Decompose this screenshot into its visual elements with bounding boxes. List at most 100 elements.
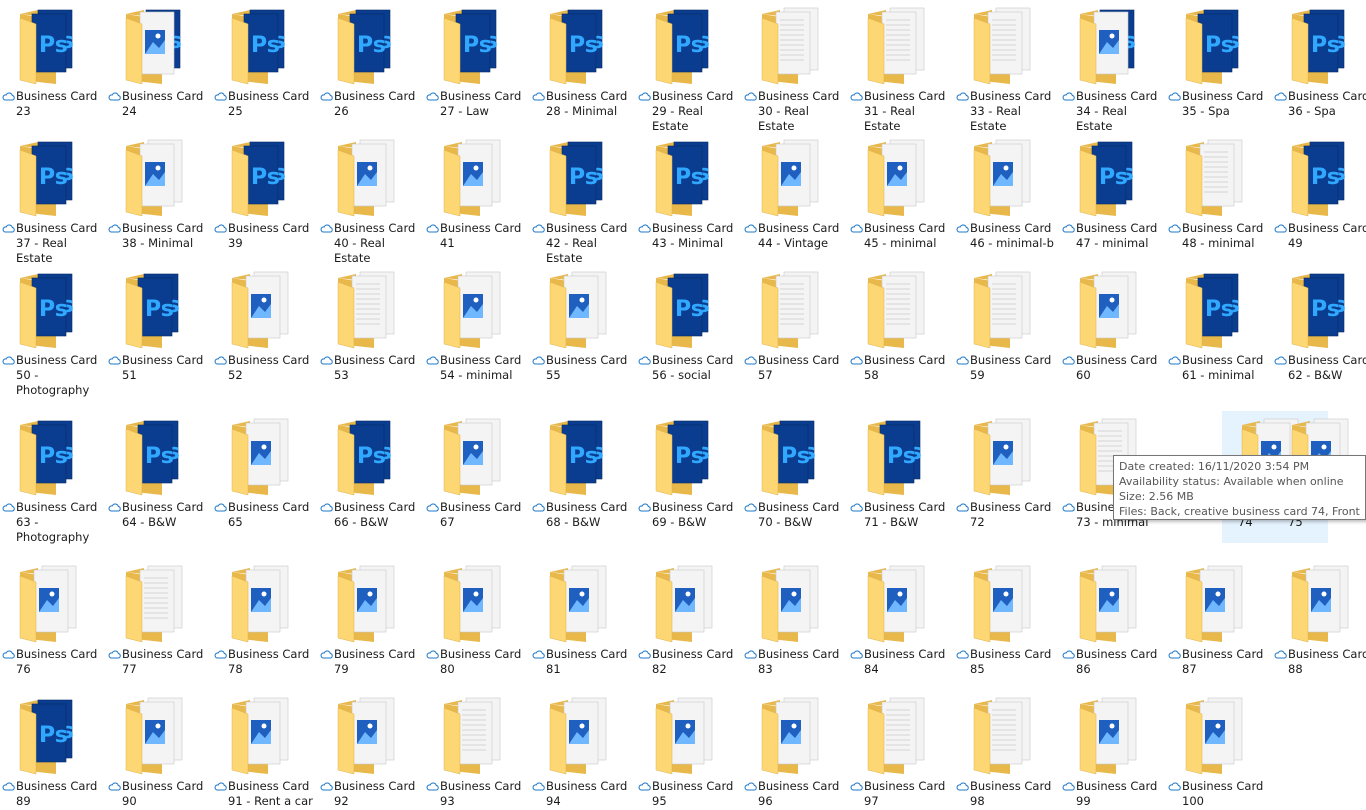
folder-item[interactable]: Ps Ps Business Card62 - B&W (1272, 264, 1366, 384)
folder-item[interactable]: Business Card 72 (954, 411, 1060, 531)
folder-item[interactable]: Business Card 77 (106, 558, 212, 678)
folder-item[interactable]: Business Card 52 (212, 264, 318, 384)
folder-label: Business Card 41 (426, 221, 530, 251)
folder-name-line2: 92 (334, 794, 349, 808)
folder-item[interactable]: Business Card 30 - Real Estate (742, 0, 848, 133)
folder-name-line2: 70 - B&W (758, 515, 813, 529)
folder-item[interactable]: Business Card 80 (424, 558, 530, 678)
folder-item[interactable]: Business Card 38 - Minimal (106, 132, 212, 252)
folder-item[interactable]: Business Card 76 (0, 558, 106, 678)
cloud-icon (638, 503, 651, 512)
folder-item[interactable]: Ps Business Card24 (106, 0, 212, 120)
folder-icon: Ps Ps (16, 136, 80, 218)
folder-item[interactable]: Business Card 96 (742, 690, 848, 810)
folder-item[interactable]: Ps Ps Business Card47 - minimal (1060, 132, 1166, 252)
folder-item[interactable]: Ps Ps Business Card71 - B&W (848, 411, 954, 531)
folder-name-line2: 64 - B&W (122, 515, 177, 529)
folder-label: Business Card 72 (956, 500, 1060, 530)
cloud-icon (108, 92, 121, 101)
folder-item[interactable]: Business Card 57 (742, 264, 848, 384)
folder-item[interactable]: Ps Ps Business Card69 - B&W (636, 411, 742, 531)
folder-icon (864, 136, 928, 218)
folder-item[interactable]: Business Card 65 (212, 411, 318, 531)
folder-item[interactable]: Ps Ps Business Card39 (212, 132, 318, 252)
folder-item[interactable]: Business Card 67 (424, 411, 530, 531)
folder-item[interactable]: Business Card 46 - minimal-b (954, 132, 1060, 252)
folder-item[interactable]: Ps Ps Business Card89 (0, 690, 106, 810)
folder-item[interactable]: Business Card 59 (954, 264, 1060, 384)
folder-item[interactable]: Business Card 54 - minimal (424, 264, 530, 384)
folder-item[interactable]: Business Card 91 - Rent a car (212, 690, 318, 810)
folder-item[interactable]: Business Card 79 (318, 558, 424, 678)
folder-item[interactable]: Business Card 40 - Real Estate (318, 132, 424, 265)
folder-label: Business Card 26 (320, 89, 424, 119)
folder-item[interactable]: Business Card 58 (848, 264, 954, 384)
folder-item[interactable]: Ps Ps Business Card26 (318, 0, 424, 120)
folder-item[interactable]: Ps Ps Business Card50 - Photography (0, 264, 106, 397)
folder-label: Business Card 96 (744, 779, 848, 809)
folder-item[interactable]: Business Card 94 (530, 690, 636, 810)
folder-item[interactable]: Business Card 99 (1060, 690, 1166, 810)
folder-item[interactable]: Ps Ps Business Card43 - Minimal (636, 132, 742, 252)
folder-icon: Ps Ps (122, 268, 186, 350)
folder-item[interactable]: Business Card 41 (424, 132, 530, 252)
folder-label: Business Card 38 - Minimal (108, 221, 212, 251)
folder-item[interactable]: Ps Ps Business Card61 - minimal (1166, 264, 1272, 384)
folder-item[interactable]: Ps Ps Business Card42 - Real Estate (530, 132, 636, 265)
folder-item[interactable]: Business Card 82 (636, 558, 742, 678)
folder-item[interactable]: Ps Ps Business Card51 (106, 264, 212, 384)
folder-item[interactable]: Business Card 83 (742, 558, 848, 678)
folder-item[interactable]: Business Card 93 (424, 690, 530, 810)
cloud-icon (744, 224, 757, 233)
folder-item[interactable]: Business Card 85 (954, 558, 1060, 678)
folder-item[interactable]: Ps Ps Business Card28 - Minimal (530, 0, 636, 120)
folder-item[interactable]: Business Card 97 (848, 690, 954, 810)
folder-item[interactable]: Ps Ps Business Card64 - B&W (106, 411, 212, 531)
folder-item[interactable]: Business Card 90 (106, 690, 212, 810)
folder-item[interactable]: Ps Ps Business Card36 - Spa (1272, 0, 1366, 120)
folder-item[interactable]: Business Card 84 (848, 558, 954, 678)
folder-item[interactable]: Business Card 100 (1166, 690, 1272, 810)
folder-item[interactable]: Ps Ps Business Card66 - B&W (318, 411, 424, 531)
folder-item[interactable]: Business Card 86 (1060, 558, 1166, 678)
folder-item[interactable]: Business Card 45 - minimal (848, 132, 954, 252)
folder-item[interactable]: Business Card 95 (636, 690, 742, 810)
folder-item[interactable]: Business Card 81 (530, 558, 636, 678)
folder-item[interactable]: Business Card 88 (1272, 558, 1366, 678)
cloud-icon (108, 650, 121, 659)
folder-name-line2: 49 (1288, 236, 1303, 250)
folder-item[interactable]: Ps Business Card34 - Real Estate (1060, 0, 1166, 133)
folder-icon: Ps Ps (1288, 136, 1352, 218)
folder-item[interactable]: Ps Ps Business Card23 (0, 0, 106, 120)
folder-item[interactable]: Ps Ps Business Card29 - Real Estate (636, 0, 742, 133)
folder-item[interactable]: Business Card 55 (530, 264, 636, 384)
folder-item[interactable]: Business Card 53 (318, 264, 424, 384)
folder-item[interactable]: Ps Ps Business Card68 - B&W (530, 411, 636, 531)
folder-item[interactable]: Business Card 44 - Vintage (742, 132, 848, 252)
folder-name-line2: 67 (440, 515, 455, 529)
folder-item[interactable]: Ps Ps Business Card25 (212, 0, 318, 120)
folder-name-line2: 81 (546, 662, 561, 676)
folder-item[interactable]: Business Card 87 (1166, 558, 1272, 678)
folder-item[interactable]: Ps Ps Business Card35 - Spa (1166, 0, 1272, 120)
folder-item[interactable]: Business Card 92 (318, 690, 424, 810)
folder-item[interactable]: Business Card 48 - minimal (1166, 132, 1272, 252)
folder-name-line1: Business Card (1182, 89, 1264, 103)
folder-item[interactable]: Ps Ps Business Card37 - Real Estate (0, 132, 106, 265)
folder-item[interactable]: Ps Ps Business Card27 - Law (424, 0, 530, 120)
folder-name-line1: Business Card (1076, 353, 1158, 367)
folder-item[interactable]: Business Card 78 (212, 558, 318, 678)
folder-icon (970, 694, 1034, 776)
cloud-icon (1062, 503, 1075, 512)
folder-item[interactable]: Business Card 31 - Real Estate (848, 0, 954, 133)
folder-name-line1: Business Card (758, 500, 840, 514)
folder-item[interactable]: Ps Ps Business Card63 - Photography (0, 411, 106, 544)
folder-item[interactable]: Business Card 98 (954, 690, 1060, 810)
folder-item[interactable]: Business Card 60 (1060, 264, 1166, 384)
folder-item[interactable]: Ps Ps Business Card49 (1272, 132, 1366, 252)
folder-item[interactable]: Ps Ps Business Card56 - social (636, 264, 742, 384)
svg-text:Ps: Ps (887, 444, 916, 469)
cloud-icon (1168, 356, 1181, 365)
folder-item[interactable]: Business Card 33 - Real Estate (954, 0, 1060, 133)
folder-item[interactable]: Ps Ps Business Card70 - B&W (742, 411, 848, 531)
